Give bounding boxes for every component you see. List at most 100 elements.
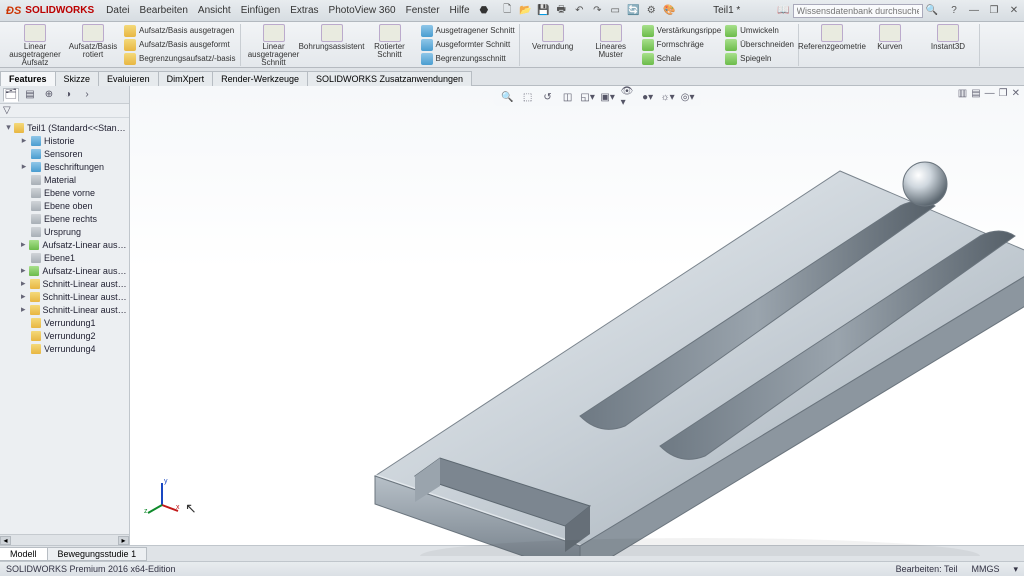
rebuild-icon[interactable]: 🔄 bbox=[626, 4, 640, 18]
prev-view-icon[interactable]: ↺ bbox=[541, 90, 555, 104]
tab-motion-study[interactable]: Bewegungsstudie 1 bbox=[47, 547, 148, 561]
draft-button[interactable]: Formschräge bbox=[642, 38, 721, 51]
tab-dimxpert[interactable]: DimXpert bbox=[158, 71, 214, 86]
wrap-button[interactable]: Umwickeln bbox=[725, 24, 794, 37]
tab-render[interactable]: Render-Werkzeuge bbox=[212, 71, 308, 86]
expand-icon[interactable]: ▸ bbox=[20, 135, 28, 146]
hide-show-icon[interactable]: 👁▾ bbox=[621, 90, 635, 104]
tree-item[interactable]: ▸Schnitt-Linear austragen3 bbox=[2, 303, 127, 316]
display-manager-tab-icon[interactable]: ◑ bbox=[60, 88, 76, 102]
help-button[interactable]: ? bbox=[944, 4, 964, 18]
menu-pin-icon[interactable]: ⬣ bbox=[480, 5, 489, 16]
pane-close-icon[interactable]: ✕ bbox=[1012, 88, 1020, 99]
menu-hilfe[interactable]: Hilfe bbox=[450, 5, 470, 16]
feature-tree-tab-icon[interactable]: 🗂 bbox=[3, 88, 19, 102]
tab-evaluate[interactable]: Evaluieren bbox=[98, 71, 159, 86]
tree-item[interactable]: ▸Aufsatz-Linear austragen2 bbox=[2, 264, 127, 277]
extruded-cut-button[interactable]: Linear ausgetragener Schnitt bbox=[247, 24, 301, 67]
tab-sketch[interactable]: Skizze bbox=[55, 71, 100, 86]
status-caret-icon[interactable]: ▾ bbox=[1013, 564, 1018, 575]
print-icon[interactable]: 🖶 bbox=[554, 4, 568, 18]
redo-icon[interactable]: ↷ bbox=[590, 4, 604, 18]
shell-button[interactable]: Schale bbox=[642, 52, 721, 65]
orientation-triad[interactable]: y x z bbox=[142, 475, 182, 515]
expand-icon[interactable]: ▸ bbox=[20, 239, 26, 250]
tree-item[interactable]: Verrundung2 bbox=[2, 329, 127, 342]
swept-cut-button[interactable]: Ausgetragener Schnitt bbox=[421, 24, 515, 37]
open-icon[interactable]: 📂 bbox=[518, 4, 532, 18]
close-button[interactable]: ✕ bbox=[1004, 4, 1024, 18]
tree-item[interactable]: ▸Schnitt-Linear austragen2 bbox=[2, 290, 127, 303]
panel-scrollbar[interactable]: ◂ ▸ bbox=[0, 534, 129, 545]
boundary-cut-button[interactable]: Begrenzungsschnitt bbox=[421, 52, 515, 65]
tree-item[interactable]: Sensoren bbox=[2, 147, 127, 160]
menu-photoview360[interactable]: PhotoView 360 bbox=[329, 5, 396, 16]
appearance-icon[interactable]: 🎨 bbox=[662, 4, 676, 18]
search-input[interactable] bbox=[793, 4, 923, 18]
menu-ansicht[interactable]: Ansicht bbox=[198, 5, 231, 16]
pane-min-icon[interactable]: — bbox=[985, 88, 995, 99]
revolved-boss-button[interactable]: Aufsatz/Basis rotiert bbox=[66, 24, 120, 59]
tab-addins[interactable]: SOLIDWORKS Zusatzanwendungen bbox=[307, 71, 472, 86]
rib-button[interactable]: Verstärkungsrippe bbox=[642, 24, 721, 37]
mirror-button[interactable]: Spiegeln bbox=[725, 52, 794, 65]
tab-features[interactable]: Features bbox=[0, 71, 56, 86]
configuration-tab-icon[interactable]: ⊕ bbox=[41, 88, 57, 102]
ref-geometry-button[interactable]: Referenzgeometrie bbox=[805, 24, 859, 51]
tree-item[interactable]: Ebene vorne bbox=[2, 186, 127, 199]
tree-root[interactable]: ▾ Teil1 (Standard<<Standard>_Anzeigest bbox=[2, 121, 127, 134]
expand-icon[interactable]: ▸ bbox=[20, 304, 27, 315]
zoom-fit-icon[interactable]: 🔍 bbox=[501, 90, 515, 104]
extruded-boss-button[interactable]: Linear ausgetragener Aufsatz bbox=[8, 24, 62, 67]
menu-extras[interactable]: Extras bbox=[290, 5, 318, 16]
expand-icon[interactable]: ▸ bbox=[20, 291, 27, 302]
expand-icon[interactable]: ▸ bbox=[20, 265, 26, 276]
filter-icon[interactable]: ▽ bbox=[3, 105, 11, 116]
pane-max-icon[interactable]: ❐ bbox=[999, 88, 1008, 99]
pane-split-h-icon[interactable]: ▥ bbox=[958, 88, 967, 99]
tree-item[interactable]: Material bbox=[2, 173, 127, 186]
zoom-area-icon[interactable]: ⬚ bbox=[521, 90, 535, 104]
panel-overflow-icon[interactable]: › bbox=[79, 88, 95, 102]
menu-bearbeiten[interactable]: Bearbeiten bbox=[140, 5, 188, 16]
menu-fenster[interactable]: Fenster bbox=[406, 5, 440, 16]
tree-item[interactable]: Ursprung bbox=[2, 225, 127, 238]
render-icon[interactable]: ◎▾ bbox=[681, 90, 695, 104]
new-icon[interactable]: 🗋 bbox=[500, 4, 514, 18]
tree-item[interactable]: Ebene1 bbox=[2, 251, 127, 264]
search-icon[interactable]: 🔍 bbox=[926, 5, 938, 16]
fillet-button[interactable]: Verrundung bbox=[526, 24, 580, 51]
tree-item[interactable]: ▸Historie bbox=[2, 134, 127, 147]
maximize-button[interactable]: ❐ bbox=[984, 4, 1004, 18]
menu-datei[interactable]: Datei bbox=[106, 5, 129, 16]
boundary-boss-button[interactable]: Begrenzungsaufsatz/-basis bbox=[124, 52, 236, 65]
status-units[interactable]: MMGS bbox=[971, 564, 999, 574]
appearance-view-icon[interactable]: ●▾ bbox=[641, 90, 655, 104]
property-manager-tab-icon[interactable]: ▤ bbox=[22, 88, 38, 102]
scene-icon[interactable]: ☼▾ bbox=[661, 90, 675, 104]
menu-einfuegen[interactable]: Einfügen bbox=[241, 5, 280, 16]
display-style-icon[interactable]: ▣▾ bbox=[601, 90, 615, 104]
select-icon[interactable]: ▭ bbox=[608, 4, 622, 18]
lofted-cut-button[interactable]: Ausgeformter Schnitt bbox=[421, 38, 515, 51]
undo-icon[interactable]: ↶ bbox=[572, 4, 586, 18]
tree-item[interactable]: Ebene rechts bbox=[2, 212, 127, 225]
tree-item[interactable]: Verrundung1 bbox=[2, 316, 127, 329]
tree-item[interactable]: Verrundung4 bbox=[2, 342, 127, 355]
lofted-boss-button[interactable]: Aufsatz/Basis ausgeformt bbox=[124, 38, 236, 51]
options-icon[interactable]: ⚙ bbox=[644, 4, 658, 18]
scroll-left-icon[interactable]: ◂ bbox=[0, 536, 11, 545]
swept-boss-button[interactable]: Aufsatz/Basis ausgetragen bbox=[124, 24, 236, 37]
minimize-button[interactable]: — bbox=[964, 4, 984, 18]
hole-wizard-button[interactable]: Bohrungsassistent bbox=[305, 24, 359, 51]
expand-icon[interactable]: ▸ bbox=[20, 161, 28, 172]
linear-pattern-button[interactable]: Lineares Muster bbox=[584, 24, 638, 59]
viewport-3d[interactable]: 🔍 ⬚ ↺ ◫ ◱▾ ▣▾ 👁▾ ●▾ ☼▾ ◎▾ ▥ ▤ — ❐ ✕ bbox=[130, 86, 1024, 545]
expand-icon[interactable]: ▾ bbox=[6, 122, 11, 133]
curves-button[interactable]: Kurven bbox=[863, 24, 917, 51]
view-orientation-icon[interactable]: ◱▾ bbox=[581, 90, 595, 104]
revolved-cut-button[interactable]: Rotierter Schnitt bbox=[363, 24, 417, 59]
section-view-icon[interactable]: ◫ bbox=[561, 90, 575, 104]
tab-model[interactable]: Modell bbox=[0, 547, 48, 561]
scroll-right-icon[interactable]: ▸ bbox=[118, 536, 129, 545]
